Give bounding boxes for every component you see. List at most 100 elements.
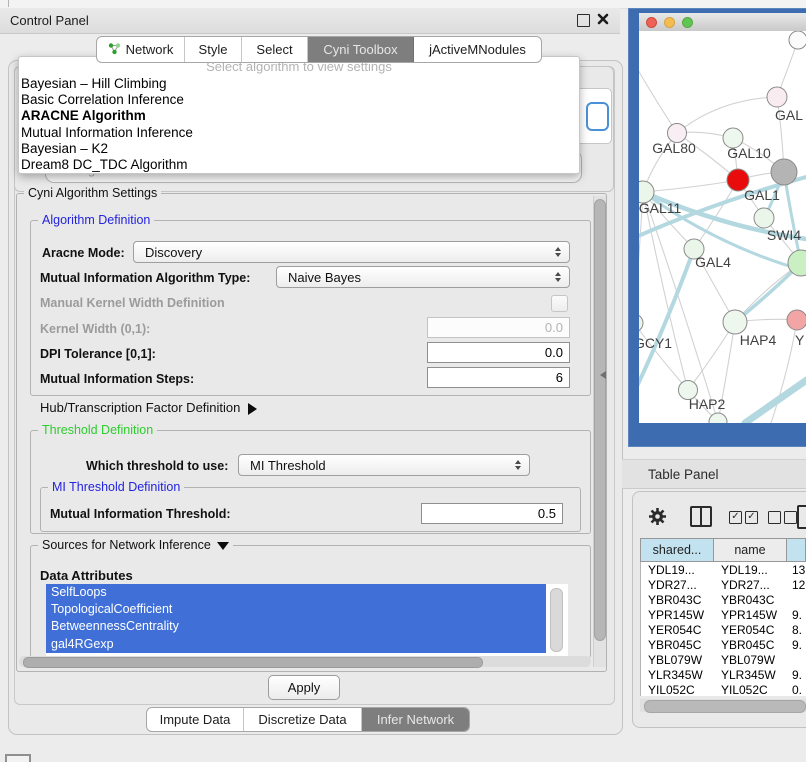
tab-style[interactable]: Style [185, 37, 242, 62]
split-columns-icon[interactable] [690, 506, 712, 527]
aracne-mode-label: Aracne Mode: [42, 246, 125, 260]
aracne-mode-combobox[interactable]: Discovery [133, 241, 570, 263]
table-cell: YIL052C [714, 683, 787, 696]
tab-label: Impute Data [160, 712, 231, 727]
attribute-item-selfloops[interactable]: SelfLoops [46, 584, 546, 601]
close-panel-icon[interactable] [597, 13, 609, 25]
column-header-name[interactable]: name [714, 539, 787, 561]
column-header-2[interactable] [787, 539, 805, 561]
control-panel-header: Control Panel [0, 8, 620, 34]
checked-checkbox-icon[interactable]: ✓ [745, 511, 758, 524]
table-row[interactable]: YIL052CYIL052C0. [641, 683, 806, 696]
application-window: Control Panel galFiltered.sif default no… [0, 0, 806, 762]
attribute-item-betweennesscentrality[interactable]: BetweennessCentrality [46, 618, 546, 635]
table-cell: YLR345W [641, 668, 714, 682]
table-panel-title: Table Panel [648, 467, 719, 482]
table-cell: YBL079W [641, 653, 714, 667]
table-horizontal-scrollbar-thumb[interactable] [644, 700, 806, 713]
unchecked-checkbox-icon[interactable] [784, 511, 797, 524]
which-threshold-combobox[interactable]: MI Threshold [238, 454, 530, 476]
network-node-swi4[interactable] [754, 208, 774, 228]
mi-threshold-label: Mutual Information Threshold: [50, 507, 231, 521]
which-threshold-value: MI Threshold [239, 458, 510, 473]
manual-kernel-width-checkbox[interactable] [551, 295, 568, 312]
kernel-width-field[interactable]: 0.0 [427, 317, 570, 338]
network-node-y[interactable] [787, 310, 806, 330]
sources-title[interactable]: Sources for Network Inference [38, 538, 233, 552]
table-cell: YIL052C [641, 683, 714, 696]
dpi-tolerance-field[interactable]: 0.0 [427, 342, 570, 363]
tab-select[interactable]: Select [242, 37, 308, 62]
close-window-icon[interactable] [646, 17, 657, 28]
attribute-item-gal4rgexp[interactable]: gal4RGexp [46, 636, 546, 653]
network-node[interactable] [709, 413, 727, 423]
network-node-hap4[interactable] [723, 310, 747, 334]
tab-infer-network[interactable]: Infer Network [362, 708, 469, 731]
table-cell: 9. [787, 608, 802, 622]
minimized-panel-icon[interactable] [5, 754, 31, 762]
tab-cyni-toolbox[interactable]: Cyni Toolbox [308, 37, 414, 62]
attributes-scrollbar[interactable] [550, 588, 563, 652]
algorithm-option-bayesian-k2[interactable]: Bayesian – K2 [19, 141, 579, 157]
horizontal-scrollbar-thumb[interactable] [23, 657, 483, 668]
table-row[interactable]: YBR043CYBR043C [641, 592, 806, 607]
table-cell: 9. [787, 668, 802, 682]
node-label: HAP4 [740, 332, 777, 348]
node-label: GAL1 [744, 187, 780, 203]
table-cell: YER054C [714, 623, 787, 637]
which-threshold-label: Which threshold to use: [86, 459, 228, 473]
table-row[interactable]: YBL079WYBL079W [641, 653, 806, 668]
zoom-window-icon[interactable] [682, 17, 693, 28]
node-table: shared...name YDL19...YDL19...13YDR27...… [640, 538, 806, 696]
settings-scrollbar-thumb[interactable] [594, 199, 606, 641]
checked-checkbox-icon[interactable]: ✓ [729, 511, 742, 524]
document-icon[interactable] [797, 505, 806, 529]
threshold-definition-title: Threshold Definition [38, 423, 157, 437]
mi-algorithm-type-combobox[interactable]: Naive Bayes [276, 266, 570, 288]
node-label: SWI4 [767, 227, 801, 243]
tab-network[interactable]: Network [97, 37, 185, 62]
algorithm-option-bayesian-hill-climbing[interactable]: Bayesian – Hill Climbing [19, 76, 579, 92]
table-cell: 12 [787, 578, 805, 592]
network-node-gal[interactable] [767, 87, 787, 107]
tab-impute-data[interactable]: Impute Data [147, 708, 244, 731]
attribute-item-topologicalcoefficient[interactable]: TopologicalCoefficient [46, 601, 546, 618]
table-row[interactable]: YLR345WYLR345W9. [641, 668, 806, 683]
collapse-arrow-icon [217, 542, 229, 550]
column-header-shared[interactable]: shared... [641, 539, 714, 561]
algorithm-option-aracne-algorithm[interactable]: ARACNE Algorithm [19, 108, 579, 124]
mi-steps-field[interactable]: 6 [427, 367, 570, 388]
algorithm-info-icon[interactable] [586, 102, 609, 131]
mi-threshold-field[interactable]: 0.5 [421, 503, 563, 524]
apply-button[interactable]: Apply [268, 675, 340, 700]
tab-jactivemnodules[interactable]: jActiveMNodules [414, 37, 541, 62]
minimize-window-icon[interactable] [664, 17, 675, 28]
gear-icon[interactable] [648, 507, 667, 526]
table-row[interactable]: YDL19...YDL19...13 [641, 562, 806, 577]
network-view[interactable]: GALGAL80GAL10GAL1GAL11SWI4GAL4GCY1HAP4YH… [639, 31, 806, 423]
unchecked-checkbox-icon[interactable] [768, 511, 781, 524]
mi-threshold-value: 0.5 [538, 506, 556, 521]
algorithm-dropdown-popup: Select algorithm to view settings Bayesi… [18, 56, 580, 174]
panel-splitter-arrow[interactable] [600, 371, 606, 379]
algorithm-option-dream8-dc-tdc-algorithm[interactable]: Dream8 DC_TDC Algorithm [19, 157, 579, 173]
network-node[interactable] [771, 159, 797, 185]
algorithm-option-basic-correlation-inference[interactable]: Basic Correlation Inference [19, 92, 579, 108]
algorithm-option-mutual-information-inference[interactable]: Mutual Information Inference [19, 125, 579, 141]
network-node-gcy1[interactable] [639, 314, 643, 332]
expand-arrow-icon [248, 403, 257, 415]
tab-label: Network [126, 42, 174, 57]
mi-algorithm-type-label: Mutual Information Algorithm Type: [40, 271, 250, 285]
table-body[interactable]: YDL19...YDL19...13YDR27...YDR27...12YBR0… [640, 562, 806, 696]
table-panel-header: Table Panel [622, 459, 806, 489]
table-row[interactable]: YDR27...YDR27...12 [641, 577, 806, 592]
float-panel-icon[interactable] [577, 14, 590, 27]
table-row[interactable]: YER054CYER054C8. [641, 622, 806, 637]
network-node[interactable] [789, 31, 806, 49]
data-attributes-list[interactable]: SelfLoopsTopologicalCoefficientBetweenne… [46, 584, 568, 656]
table-row[interactable]: YBR045CYBR045C9. [641, 637, 806, 652]
hub-definition-toggle[interactable]: Hub/Transcription Factor Definition [40, 400, 257, 415]
hub-definition-label: Hub/Transcription Factor Definition [40, 400, 240, 415]
table-row[interactable]: YPR145WYPR145W9. [641, 607, 806, 622]
tab-discretize-data[interactable]: Discretize Data [244, 708, 362, 731]
